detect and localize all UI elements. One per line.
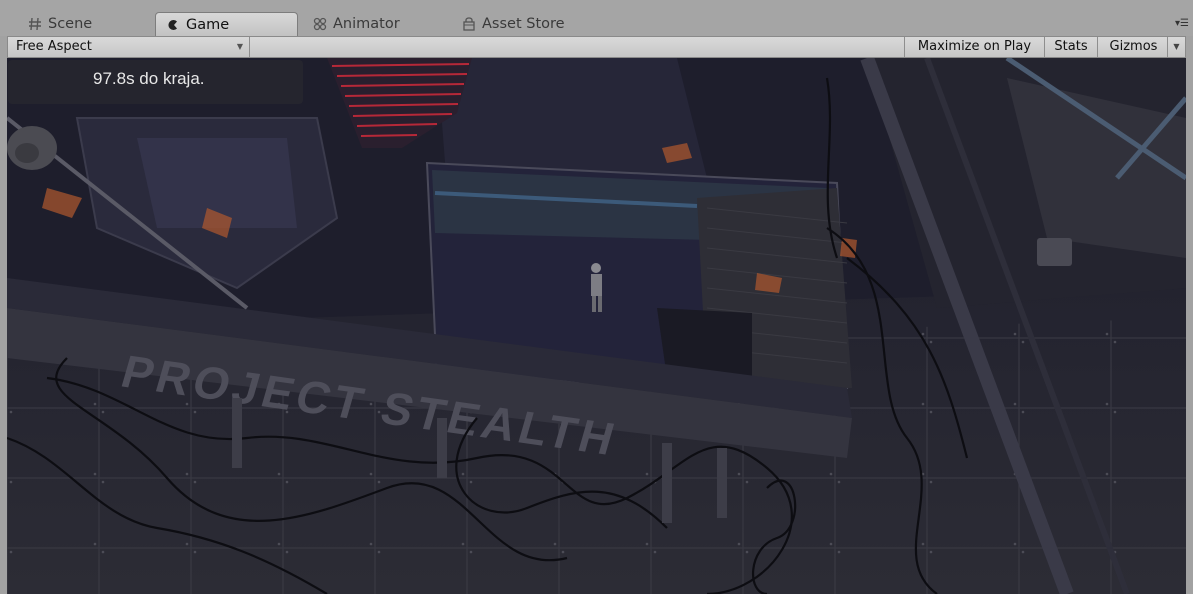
animator-icon — [313, 17, 327, 31]
panel-menu-icon[interactable]: ▾☰ — [1175, 18, 1189, 29]
hash-icon — [28, 17, 42, 31]
game-scene: PROJECT STEALTH — [7, 58, 1186, 594]
aspect-dropdown[interactable]: Free Aspect ▼ — [8, 37, 250, 57]
gizmos-button[interactable]: Gizmos — [1097, 37, 1169, 57]
tab-bar: Scene Game Animator Asset Store ▾☰ — [0, 0, 1193, 36]
gizmos-label: Gizmos — [1109, 39, 1158, 54]
tab-scene[interactable]: Scene — [18, 12, 138, 36]
tab-game[interactable]: Game — [155, 12, 298, 36]
tab-animator-label: Animator — [333, 16, 400, 32]
stats-button[interactable]: Stats — [1044, 37, 1097, 57]
stats-label: Stats — [1054, 39, 1088, 54]
hud-panel: 97.8s do kraja. — [8, 60, 303, 104]
tab-scene-label: Scene — [48, 16, 93, 32]
maximize-on-play-label: Maximize on Play — [917, 39, 1032, 54]
tab-animator[interactable]: Animator — [303, 12, 443, 36]
aspect-label: Free Aspect — [16, 39, 92, 54]
tab-game-label: Game — [186, 16, 230, 33]
security-camera — [7, 126, 57, 170]
dropdown-arrow-icon: ▼ — [236, 42, 243, 51]
gizmos-dropdown-icon[interactable]: ▼ — [1167, 37, 1185, 57]
game-icon — [166, 18, 180, 32]
game-viewport[interactable]: PROJECT STEALTH — [7, 58, 1186, 594]
store-icon — [462, 17, 476, 31]
tab-asset-store-label: Asset Store — [482, 16, 565, 32]
game-toolbar: Free Aspect ▼ Maximize on Play Stats Giz… — [7, 36, 1186, 58]
countdown-timer: 97.8s do kraja. — [93, 69, 205, 88]
tab-asset-store[interactable]: Asset Store — [452, 12, 612, 36]
maximize-on-play-button[interactable]: Maximize on Play — [904, 37, 1044, 57]
